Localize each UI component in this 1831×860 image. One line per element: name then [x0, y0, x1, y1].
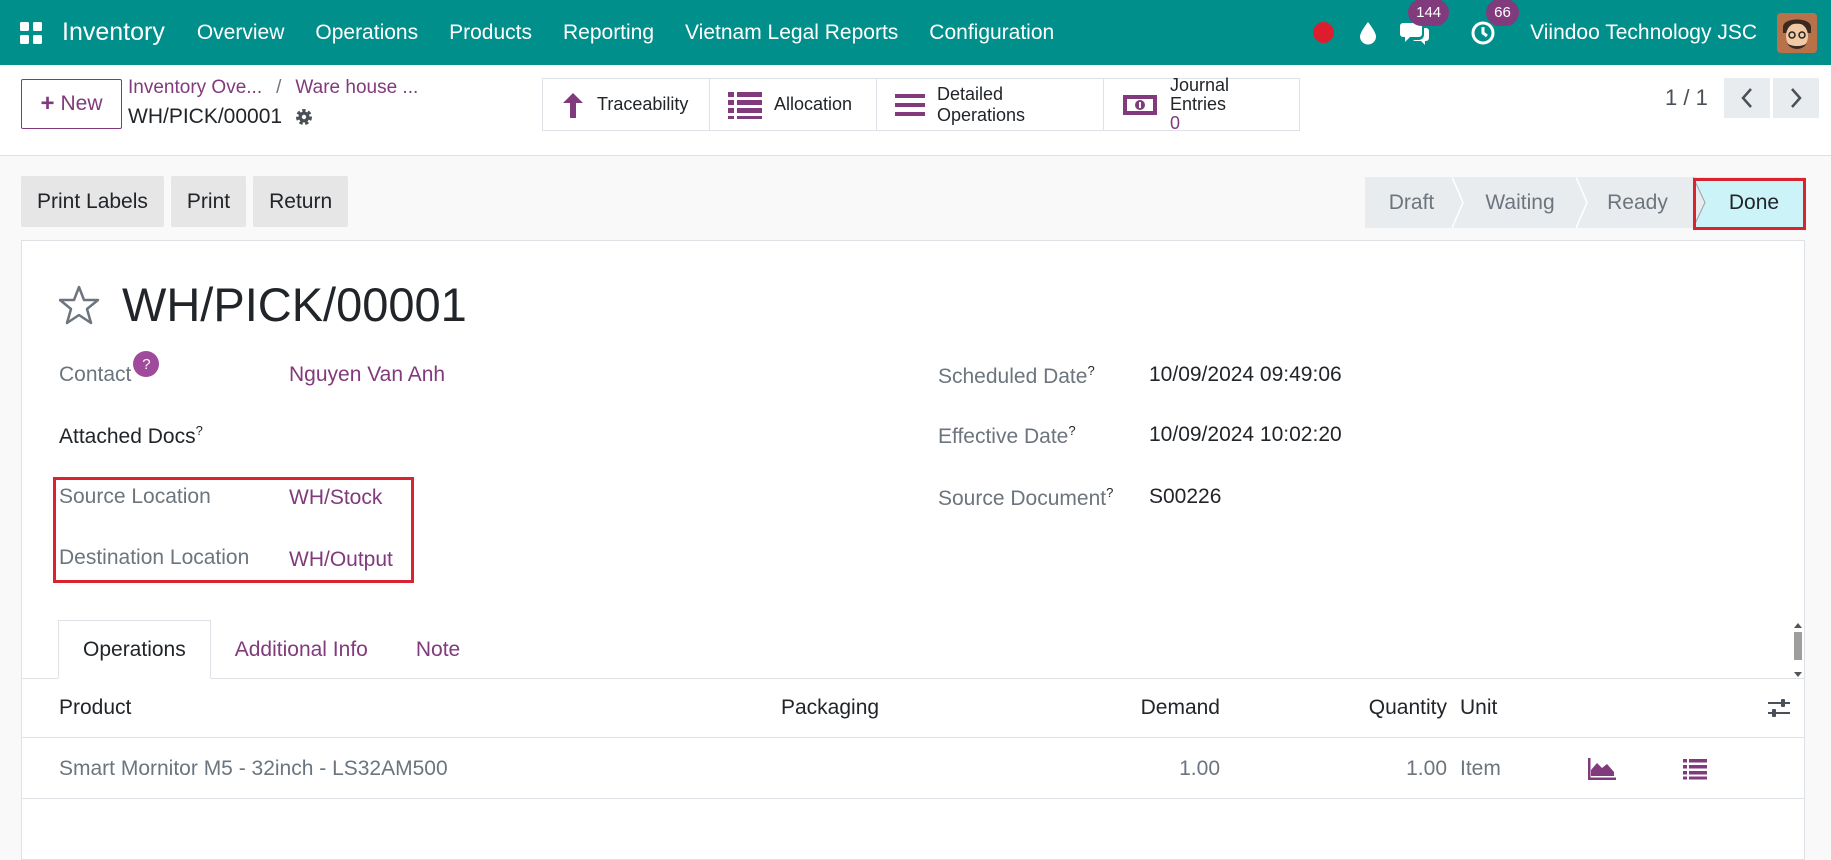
column-settings-icon[interactable]: [1767, 679, 1791, 737]
tab-additional-info[interactable]: Additional Info: [211, 620, 392, 679]
status-draft-label: Draft: [1388, 190, 1435, 214]
smart-buttons: Traceability Allocation Detailed Operati…: [542, 75, 1300, 133]
allocation-label: Allocation: [774, 94, 853, 114]
contact-label: Contact?: [59, 351, 160, 389]
contact-help-icon[interactable]: ?: [133, 351, 160, 377]
arrow-up-icon: [561, 91, 585, 119]
activities-badge: 66: [1486, 0, 1519, 26]
menu-operations[interactable]: Operations: [315, 21, 418, 45]
chevron-right-icon: [1791, 88, 1802, 108]
row-unit: Item: [1460, 756, 1501, 780]
new-button-label: New: [60, 92, 103, 115]
messages-icon[interactable]: 144: [1400, 0, 1450, 46]
status-waiting[interactable]: Waiting: [1458, 177, 1588, 228]
forecast-chart-icon[interactable]: [1588, 739, 1616, 798]
column-unit[interactable]: Unit: [1460, 679, 1497, 737]
source-document-label: Source Document?: [938, 485, 1113, 511]
menu-configuration[interactable]: Configuration: [929, 21, 1054, 45]
scrollbar[interactable]: [1792, 622, 1804, 678]
journal-entries-label: Journal Entries: [1170, 75, 1230, 114]
star-icon[interactable]: [58, 285, 100, 325]
chevron-left-icon: [1741, 88, 1752, 108]
new-button[interactable]: + New: [21, 79, 122, 129]
attached-docs-label-text: Attached Docs: [59, 425, 196, 448]
journal-entries-button[interactable]: Journal Entries 0: [1104, 75, 1299, 133]
detailed-operations-button[interactable]: Detailed Operations: [877, 79, 1104, 130]
detailed-operations-label: Detailed Operations: [937, 83, 1026, 125]
next-record-button[interactable]: [1773, 78, 1819, 118]
tab-note[interactable]: Note: [392, 620, 484, 679]
breadcrumb-separator: /: [276, 77, 282, 98]
return-button[interactable]: Return: [253, 176, 349, 227]
source-document-help-icon[interactable]: ?: [1106, 485, 1113, 500]
scheduled-date-value[interactable]: 10/09/2024 09:49:06: [1149, 363, 1342, 387]
table-row[interactable]: Smart Mornitor M5 - 32inch - LS32AM500 1…: [22, 739, 1804, 799]
row-product: Smart Mornitor M5 - 32inch - LS32AM500: [59, 756, 448, 780]
app-name[interactable]: Inventory: [62, 18, 165, 47]
company-switcher[interactable]: Viindoo Technology JSC: [1530, 21, 1757, 45]
action-buttons: Print Labels Print Return: [21, 176, 355, 227]
breadcrumb: Inventory Ove... / Ware house ... WH/PIC…: [128, 77, 418, 129]
drop-icon[interactable]: [1358, 21, 1378, 45]
list-icon: [728, 91, 762, 119]
effective-date-value: 10/09/2024 10:02:20: [1149, 423, 1342, 446]
tab-operations[interactable]: Operations: [58, 620, 211, 679]
traceability-button[interactable]: Traceability: [543, 79, 710, 130]
record-indicator-icon[interactable]: [1313, 22, 1335, 43]
breadcrumb-current: WH/PICK/00001: [128, 105, 283, 128]
detailed-list-icon[interactable]: [1683, 739, 1707, 798]
previous-record-button[interactable]: [1724, 78, 1770, 118]
menu-overview[interactable]: Overview: [197, 21, 285, 45]
row-quantity: 1.00: [1406, 756, 1447, 780]
plus-icon: +: [40, 90, 55, 117]
menu-products[interactable]: Products: [449, 21, 532, 45]
attached-docs-help-icon[interactable]: ?: [196, 423, 203, 438]
column-product[interactable]: Product: [59, 679, 131, 737]
bars-icon: [895, 93, 925, 117]
status-draft[interactable]: Draft: [1365, 177, 1464, 228]
effective-date-label-text: Effective Date: [938, 425, 1069, 448]
menu-reporting[interactable]: Reporting: [563, 21, 654, 45]
user-avatar[interactable]: [1777, 12, 1817, 53]
apps-menu-icon[interactable]: [0, 0, 62, 65]
breadcrumb-warehouse[interactable]: Ware house ...: [295, 77, 418, 99]
money-icon: [1122, 92, 1158, 118]
notebook-tabs: Operations Additional Info Note: [58, 620, 484, 679]
activities-icon[interactable]: 66: [1470, 0, 1519, 46]
effective-date-label: Effective Date?: [938, 423, 1076, 449]
source-document-label-text: Source Document: [938, 487, 1107, 510]
control-panel: + New Inventory Ove... / Ware house ... …: [0, 65, 1831, 156]
record-title: WH/PICK/00001: [122, 278, 467, 331]
location-highlight-box: [53, 477, 414, 583]
done-highlight-box: [1693, 178, 1806, 230]
scheduled-date-label: Scheduled Date?: [938, 363, 1095, 389]
status-ready[interactable]: Ready: [1582, 177, 1693, 228]
gear-icon[interactable]: [294, 107, 314, 127]
source-document-value[interactable]: S00226: [1149, 485, 1221, 509]
status-ready-label: Ready: [1607, 190, 1668, 214]
top-navbar: Inventory Overview Operations Products R…: [0, 0, 1831, 65]
scheduled-date-help-icon[interactable]: ?: [1087, 363, 1094, 378]
messages-badge: 144: [1408, 0, 1450, 26]
column-quantity[interactable]: Quantity: [1252, 679, 1447, 737]
menu-vietnam-legal-reports[interactable]: Vietnam Legal Reports: [685, 21, 898, 45]
status-waiting-label: Waiting: [1485, 190, 1555, 214]
print-labels-button[interactable]: Print Labels: [21, 176, 164, 227]
column-demand[interactable]: Demand: [1022, 679, 1220, 737]
allocation-button[interactable]: Allocation: [710, 79, 877, 130]
form-sheet: WH/PICK/00001 Contact? Nguyen Van Anh At…: [21, 240, 1805, 860]
contact-label-text: Contact: [59, 363, 132, 386]
breadcrumb-inventory-overview[interactable]: Inventory Ove...: [128, 77, 262, 99]
contact-value[interactable]: Nguyen Van Anh: [289, 363, 445, 387]
row-demand: 1.00: [1179, 756, 1220, 780]
journal-entries-count: 0: [1170, 113, 1181, 133]
effective-date-help-icon[interactable]: ?: [1068, 423, 1075, 438]
pager-value[interactable]: 1 / 1: [1665, 85, 1708, 111]
operations-table-header: Product Packaging Demand Quantity Unit: [22, 679, 1804, 738]
attached-docs-label: Attached Docs?: [59, 423, 203, 449]
print-button[interactable]: Print: [170, 176, 247, 227]
scheduled-date-label-text: Scheduled Date: [938, 365, 1088, 388]
traceability-label: Traceability: [597, 94, 689, 114]
column-packaging[interactable]: Packaging: [781, 679, 879, 737]
